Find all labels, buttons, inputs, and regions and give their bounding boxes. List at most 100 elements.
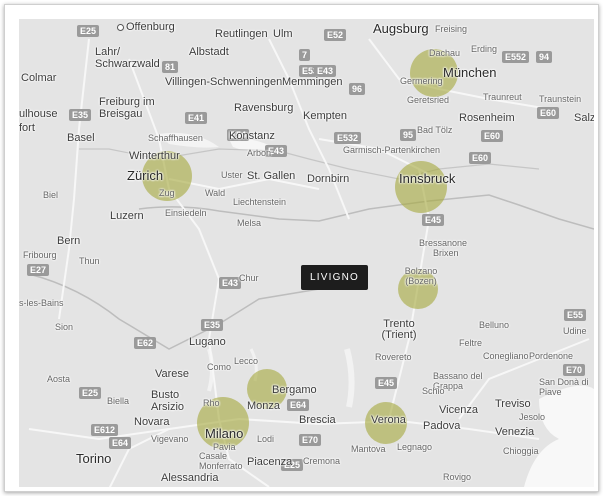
city-label: Lugano [189, 336, 226, 348]
city-label: Trento (Trient) [381, 318, 417, 341]
city-label: Kempten [303, 110, 348, 122]
city-label: Biel [43, 190, 59, 200]
city-label: Zug [159, 188, 175, 198]
city-label: Busto Arsizio [151, 389, 185, 413]
city-label: Villingen-Schwenningen [165, 76, 283, 88]
city-label: fort [19, 122, 35, 134]
city-label: Basel [67, 132, 95, 144]
city-label: Colmar [21, 72, 57, 84]
city-label: Lecco [234, 356, 259, 366]
city-label: Freising [435, 24, 468, 34]
city-label: Winterthur [129, 150, 180, 162]
city-label: Erding [471, 44, 498, 54]
city-label: Geretsried [407, 95, 450, 105]
road-shield: E52 [324, 29, 347, 41]
road-shield: E612 [91, 424, 119, 436]
city-label: Sion [55, 322, 74, 332]
city-label: Mantova [351, 444, 386, 454]
city-label: Brixen [433, 248, 459, 258]
city-label: Wald [205, 188, 226, 198]
highlight-innsbruck[interactable] [395, 161, 447, 213]
city-label: Alessandria [161, 472, 219, 484]
city-label: Rho [203, 398, 220, 408]
city-label: Salz [574, 112, 594, 124]
city-label: München [443, 65, 497, 80]
city-label: Vicenza [439, 404, 478, 416]
city-label: Uster [221, 170, 243, 180]
city-label: Traunstein [539, 94, 582, 104]
city-label: Ravensburg [234, 102, 294, 114]
city-label: St. Gallen [247, 170, 296, 182]
city-label: Biella [107, 396, 130, 406]
city-label: Milano [205, 426, 244, 441]
city-label: Traunreut [483, 92, 522, 102]
road-shield: E45 [422, 214, 445, 226]
city-label: Monza [247, 400, 281, 412]
road-shield: 95 [400, 129, 417, 141]
road-shield: E70 [563, 364, 586, 376]
road-shield: E532 [334, 132, 362, 144]
city-label: Dachau [429, 48, 461, 58]
city-label: Piacenza [247, 456, 293, 468]
map-canvas[interactable]: E25 E52 7 E53 E552 94 81 E43 96 E41 E60 … [19, 19, 594, 487]
road-shield: E41 [185, 112, 208, 124]
road-shield: E55 [564, 309, 587, 321]
city-label: Como [207, 362, 232, 372]
city-label: Treviso [495, 398, 531, 410]
road-shield: E64 [287, 399, 310, 411]
road-shield: E70 [299, 434, 322, 446]
city-label: Schio [422, 386, 445, 396]
city-label: Offenburg [117, 22, 175, 33]
road-shield: 94 [536, 51, 553, 63]
city-label: Albstadt [189, 46, 229, 58]
road-shield: E43 [219, 277, 242, 289]
city-label: Freiburg im Breisgau [99, 96, 155, 120]
city-label: Varese [155, 368, 190, 380]
city-label: Belluno [479, 320, 510, 330]
city-label: Novara [134, 416, 170, 428]
road-shield: E25 [77, 25, 100, 37]
city-label: Liechtenstein [233, 197, 287, 207]
city-label: Feltre [459, 338, 483, 348]
city-label: Rosenheim [459, 112, 515, 124]
road-shield: 96 [349, 83, 366, 95]
city-label: Ulm [273, 28, 293, 40]
city-label: Bergamo [272, 384, 317, 396]
city-label: Luzern [110, 210, 144, 222]
city-label: Udine [563, 326, 587, 336]
city-label: Bolzano (Bozen) [404, 266, 438, 286]
road-shield: E60 [469, 152, 492, 164]
city-label: Bern [57, 235, 81, 247]
road-shield: E35 [69, 109, 92, 121]
road-shield: E25 [79, 387, 102, 399]
city-label: Augsburg [373, 21, 429, 36]
city-label: Legnago [397, 442, 433, 452]
road-shield: E27 [27, 264, 50, 276]
city-label: Einsiedeln [165, 208, 207, 218]
road-shield: E62 [134, 337, 157, 349]
destination-label[interactable]: LIVIGNO [301, 265, 368, 290]
city-label: Torino [76, 451, 112, 466]
city-label: Lahr/ Schwarzwald [95, 46, 160, 70]
road-shield: 7 [299, 49, 311, 61]
city-label: ulhouse [19, 108, 58, 120]
road-shield: E64 [109, 437, 132, 449]
city-label: Conegliano [483, 351, 529, 361]
city-label: Fribourg [23, 250, 57, 260]
city-label: Verona [371, 414, 406, 426]
city-label: Cremona [303, 456, 341, 466]
city-label: Bad Tölz [417, 125, 453, 135]
city-label: Vigevano [151, 434, 189, 444]
city-label: Padova [423, 420, 461, 432]
city-label: Chioggia [503, 446, 539, 456]
city-label: Rovigo [443, 472, 472, 482]
city-label: Aosta [47, 374, 71, 384]
city-label: Jesolo [519, 412, 546, 422]
city-label: Konstanz [229, 130, 275, 142]
city-label: Innsbruck [399, 171, 456, 186]
city-label: Brescia [299, 414, 336, 426]
city-label: Memmingen [282, 76, 343, 88]
city-label: Venezia [495, 426, 535, 438]
road-shield: E60 [537, 107, 560, 119]
city-label: Germering [400, 76, 443, 86]
